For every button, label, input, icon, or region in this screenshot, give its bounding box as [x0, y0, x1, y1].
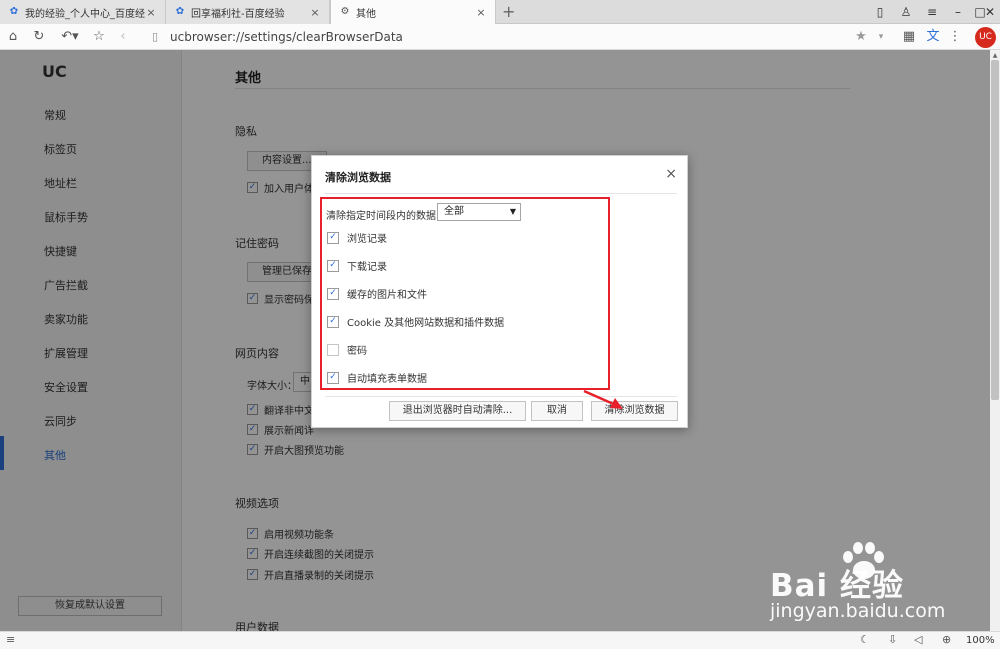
reload-icon[interactable]: ↻ — [30, 28, 48, 46]
gear-icon: ⚙ — [340, 6, 350, 17]
checkbox-label: 浏览记录 — [347, 234, 387, 245]
zoom-icon[interactable]: ⊕ — [942, 633, 951, 646]
time-range-label: 清除指定时间段内的数据： — [326, 211, 446, 222]
browsing-history-checkbox[interactable]: ✓ 浏览记录 — [327, 230, 387, 245]
checkbox-icon: ✓ — [327, 231, 339, 244]
star-icon[interactable]: ☆ — [90, 28, 108, 46]
chevron-down-icon[interactable]: ▾ — [872, 28, 890, 46]
scroll-up-icon[interactable]: ▲ — [990, 52, 1000, 59]
tab-strip: ✿ 我的经验_个人中心_百度经验 × ✿ 回享福利社-百度经验 × ⚙ 其他 ×… — [0, 0, 1000, 24]
close-icon[interactable]: × — [309, 6, 321, 19]
watermark-url: jingyan.baidu.com — [770, 600, 946, 622]
status-bar: ≡ ☾ ⇩ ◁ ⊕ 100% — [0, 631, 1000, 649]
address-bar[interactable]: ucbrowser://settings/clearBrowserData — [170, 30, 403, 44]
scrollbar[interactable]: ▲ — [990, 50, 1000, 631]
close-icon[interactable]: × — [665, 166, 677, 182]
tab-label: 我的经验_个人中心_百度经验 — [25, 8, 145, 20]
checkbox-label: 缓存的图片和文件 — [347, 290, 427, 301]
baidu-jingyan-watermark: Bai 经验 — [770, 568, 904, 604]
download-history-checkbox[interactable]: ✓ 下载记录 — [327, 258, 387, 273]
home-icon[interactable]: ⌂ — [4, 28, 22, 46]
tab-welfare[interactable]: ✿ 回享福利社-百度经验 × — [166, 0, 330, 24]
autofill-checkbox[interactable]: ✓ 自动填充表单数据 — [327, 370, 427, 385]
tab-my-experience[interactable]: ✿ 我的经验_个人中心_百度经验 × — [0, 0, 166, 24]
close-icon[interactable]: × — [475, 6, 487, 19]
tab-label: 其他 — [356, 8, 376, 20]
cached-files-checkbox[interactable]: ✓ 缓存的图片和文件 — [327, 286, 427, 301]
skin-icon[interactable]: ♙ — [896, 3, 916, 21]
bookmark-star-icon[interactable]: ★ — [852, 28, 870, 46]
night-mode-icon[interactable]: ☾ — [860, 633, 870, 646]
grid-icon[interactable]: ⋮ — [946, 28, 964, 46]
time-range-value: 全部 — [444, 206, 464, 217]
back-icon[interactable]: ‹ — [114, 28, 132, 46]
translate-icon[interactable]: 文 — [924, 28, 942, 46]
navigation-toolbar: ⌂ ↻ ↶▾ ☆ ‹ ▯ ucbrowser://settings/clearB… — [0, 24, 1000, 50]
new-tab-button[interactable]: + — [502, 2, 515, 21]
red-arrow-icon — [583, 389, 623, 409]
cancel-button[interactable]: 取消 — [531, 401, 583, 421]
tab-settings-other[interactable]: ⚙ 其他 × — [330, 0, 496, 24]
time-range-select[interactable]: 全部 ▼ — [437, 203, 521, 221]
download-icon[interactable]: ⇩ — [888, 633, 897, 646]
undo-icon[interactable]: ↶▾ — [58, 28, 82, 46]
menu-icon[interactable]: ≡ — [922, 3, 942, 21]
tab-label: 回享福利社-百度经验 — [191, 8, 285, 20]
baidu-paw-icon: ✿ — [175, 6, 185, 17]
baidu-paw-icon: ✿ — [9, 6, 19, 17]
uc-badge-icon[interactable]: UC — [975, 27, 996, 48]
checkbox-icon — [327, 343, 339, 356]
passwords-checkbox[interactable]: 密码 — [327, 342, 367, 357]
scroll-thumb[interactable] — [991, 60, 999, 400]
window-close-icon[interactable]: ✕ — [982, 3, 998, 21]
minimize-icon[interactable]: – — [948, 3, 968, 21]
close-icon[interactable]: × — [145, 6, 157, 19]
sidebar-toggle-icon[interactable]: ▯ — [870, 3, 890, 21]
checkbox-label: 密码 — [347, 346, 367, 357]
checkbox-icon: ✓ — [327, 287, 339, 300]
menu-list-icon[interactable]: ≡ — [6, 633, 15, 646]
mute-icon[interactable]: ◁ — [914, 633, 922, 646]
checkbox-label: Cookie 及其他网站数据和插件数据 — [347, 318, 505, 329]
dialog-title: 清除浏览数据 — [325, 171, 391, 184]
cookies-checkbox[interactable]: ✓ Cookie 及其他网站数据和插件数据 — [327, 314, 504, 329]
checkbox-icon: ✓ — [327, 259, 339, 272]
clear-browsing-data-dialog: 清除浏览数据 × 清除指定时间段内的数据： 全部 ▼ ✓ 浏览记录 ✓ 下载记录… — [311, 155, 688, 428]
qr-code-icon[interactable]: ▦ — [900, 28, 918, 46]
checkbox-label: 下载记录 — [347, 262, 387, 273]
zoom-level[interactable]: 100% — [966, 635, 995, 646]
divider — [325, 193, 677, 194]
auto-clear-on-exit-button[interactable]: 退出浏览器时自动清除... — [389, 401, 526, 421]
checkbox-icon: ✓ — [327, 371, 339, 384]
checkbox-icon: ✓ — [327, 315, 339, 328]
checkbox-label: 自动填充表单数据 — [347, 374, 427, 385]
dropdown-arrow-icon: ▼ — [509, 207, 516, 216]
page-icon: ▯ — [151, 30, 159, 43]
browser-window: ✿ 我的经验_个人中心_百度经验 × ✿ 回享福利社-百度经验 × ⚙ 其他 ×… — [0, 0, 1000, 649]
